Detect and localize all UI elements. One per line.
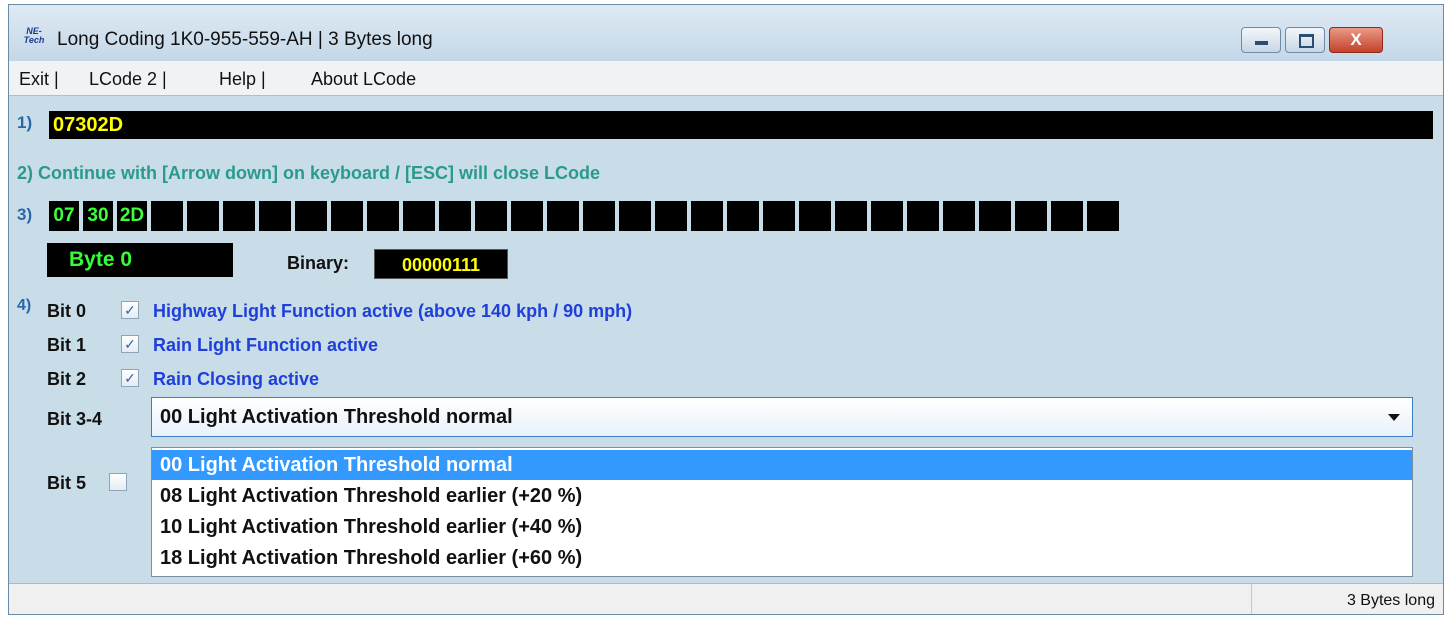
dropdown-option[interactable]: 10 Light Activation Threshold earlier (+… bbox=[152, 512, 1412, 542]
threshold-select[interactable]: 00 Light Activation Threshold normal bbox=[151, 397, 1413, 437]
empty-byte-cell[interactable] bbox=[655, 201, 687, 231]
coding-input[interactable]: 07302D bbox=[49, 111, 1433, 139]
empty-byte-cell[interactable] bbox=[943, 201, 975, 231]
bit-0-label: Bit 0 bbox=[47, 301, 87, 321]
empty-byte-cell[interactable] bbox=[331, 201, 363, 231]
threshold-dropdown-list: 00 Light Activation Threshold normal 08 … bbox=[151, 447, 1413, 577]
status-text: 3 Bytes long bbox=[1346, 592, 1435, 609]
menu-bar: Exit | LCode 2 | Help | About LCode bbox=[9, 61, 1443, 96]
empty-byte-cell[interactable] bbox=[1015, 201, 1047, 231]
dropdown-option[interactable]: 08 Light Activation Threshold earlier (+… bbox=[152, 481, 1412, 511]
minimize-button[interactable] bbox=[1241, 27, 1281, 53]
bit-1-description[interactable]: Rain Light Function active bbox=[153, 335, 378, 356]
empty-byte-cell[interactable] bbox=[367, 201, 399, 231]
title-bar[interactable]: NE-Tech Long Coding 1K0-955-559-AH | 3 B… bbox=[9, 5, 1443, 61]
checkmark-icon: ✓ bbox=[124, 336, 136, 352]
byte-cell[interactable]: 30 bbox=[83, 201, 113, 231]
status-bar: 3 Bytes long bbox=[9, 583, 1443, 614]
window-title: Long Coding 1K0-955-559-AH | 3 Bytes lon… bbox=[57, 29, 433, 50]
byte-cells: 07 30 2D bbox=[49, 201, 1119, 231]
checkmark-icon: ✓ bbox=[124, 302, 136, 318]
bit-0-checkbox[interactable]: ✓ bbox=[121, 301, 139, 319]
empty-byte-cell[interactable] bbox=[295, 201, 327, 231]
bit-1-label: Bit 1 bbox=[47, 335, 87, 355]
empty-byte-cell[interactable] bbox=[691, 201, 723, 231]
bit-5-checkbox[interactable] bbox=[109, 473, 127, 491]
maximize-button[interactable] bbox=[1285, 27, 1325, 53]
step3-label: 3) bbox=[17, 205, 33, 224]
empty-byte-cell[interactable] bbox=[907, 201, 939, 231]
binary-value: 00000111 bbox=[374, 249, 508, 279]
byte-index-label: Byte 0 bbox=[47, 243, 233, 277]
chevron-down-icon[interactable] bbox=[1388, 414, 1400, 421]
empty-byte-cell[interactable] bbox=[511, 201, 543, 231]
byte-cell[interactable]: 07 bbox=[49, 201, 79, 231]
empty-byte-cell[interactable] bbox=[763, 201, 795, 231]
empty-byte-cell[interactable] bbox=[835, 201, 867, 231]
empty-byte-cell[interactable] bbox=[799, 201, 831, 231]
empty-byte-cell[interactable] bbox=[1051, 201, 1083, 231]
step4-label: 4) bbox=[17, 297, 32, 314]
binary-label: Binary: bbox=[287, 253, 350, 273]
empty-byte-cell[interactable] bbox=[151, 201, 183, 231]
empty-byte-cell[interactable] bbox=[727, 201, 759, 231]
close-button[interactable]: X bbox=[1329, 27, 1383, 53]
threshold-select-value: 00 Light Activation Threshold normal bbox=[160, 406, 513, 428]
empty-byte-cell[interactable] bbox=[1087, 201, 1119, 231]
lcode-window: NE-Tech Long Coding 1K0-955-559-AH | 3 B… bbox=[8, 4, 1444, 615]
empty-byte-cell[interactable] bbox=[223, 201, 255, 231]
bit-2-checkbox[interactable]: ✓ bbox=[121, 369, 139, 387]
bit-5-label: Bit 5 bbox=[47, 473, 87, 493]
close-icon: X bbox=[1350, 30, 1362, 49]
bit-1-checkbox[interactable]: ✓ bbox=[121, 335, 139, 353]
empty-byte-cell[interactable] bbox=[475, 201, 507, 231]
menu-lcode2[interactable]: LCode 2 | bbox=[89, 69, 167, 90]
dropdown-option[interactable]: 18 Light Activation Threshold earlier (+… bbox=[152, 543, 1412, 573]
empty-byte-cell[interactable] bbox=[547, 201, 579, 231]
step1-label: 1) bbox=[17, 113, 33, 132]
empty-byte-cell[interactable] bbox=[979, 201, 1011, 231]
step2-hint: 2) Continue with [Arrow down] on keyboar… bbox=[17, 163, 601, 183]
empty-byte-cell[interactable] bbox=[871, 201, 903, 231]
bit-2-label: Bit 2 bbox=[47, 369, 87, 389]
dropdown-option[interactable]: 00 Light Activation Threshold normal bbox=[152, 450, 1412, 480]
bit-3-4-label: Bit 3-4 bbox=[47, 409, 103, 429]
minimize-icon bbox=[1255, 41, 1268, 45]
bit-2-description[interactable]: Rain Closing active bbox=[153, 369, 319, 390]
status-divider bbox=[1251, 584, 1252, 614]
checkmark-icon: ✓ bbox=[124, 370, 136, 386]
empty-byte-cell[interactable] bbox=[619, 201, 651, 231]
byte-cell[interactable]: 2D bbox=[117, 201, 147, 231]
app-logo-icon: NE-Tech bbox=[23, 26, 45, 45]
menu-exit[interactable]: Exit | bbox=[19, 69, 59, 90]
menu-about[interactable]: About LCode bbox=[311, 69, 416, 90]
menu-help[interactable]: Help | bbox=[219, 69, 266, 90]
bit-0-description[interactable]: Highway Light Function active (above 140… bbox=[153, 301, 632, 322]
empty-byte-cell[interactable] bbox=[583, 201, 615, 231]
empty-byte-cell[interactable] bbox=[259, 201, 291, 231]
empty-byte-cell[interactable] bbox=[403, 201, 435, 231]
maximize-icon bbox=[1299, 34, 1314, 48]
empty-byte-cell[interactable] bbox=[439, 201, 471, 231]
empty-byte-cell[interactable] bbox=[187, 201, 219, 231]
